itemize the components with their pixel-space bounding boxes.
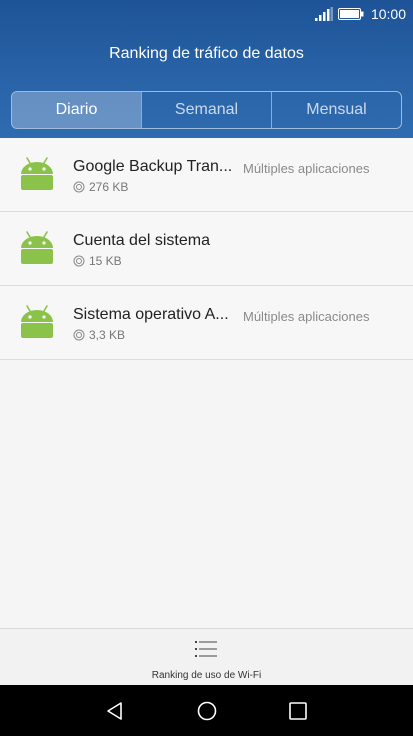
app-size-value: 15 KB bbox=[89, 254, 122, 268]
status-time: 10:00 bbox=[370, 6, 406, 22]
recent-apps-icon[interactable] bbox=[288, 701, 308, 721]
list-item[interactable]: Google Backup Tran... Múltiples aplicaci… bbox=[0, 138, 413, 212]
tab-semanal[interactable]: Semanal bbox=[141, 92, 271, 128]
app-name: Google Backup Tran... bbox=[73, 158, 233, 175]
wifi-ranking-button[interactable]: Ranking de uso de Wi-Fi bbox=[0, 628, 413, 685]
tab-mensual[interactable]: Mensual bbox=[271, 92, 401, 128]
tab-diario[interactable]: Diario bbox=[12, 92, 141, 128]
period-tabs: Diario Semanal Mensual bbox=[11, 91, 402, 129]
list-item[interactable]: Cuenta del sistema 15 KB bbox=[0, 212, 413, 286]
app-name: Cuenta del sistema bbox=[73, 232, 210, 249]
app-tag: Múltiples aplicaciones bbox=[243, 161, 370, 176]
data-usage-icon bbox=[73, 181, 85, 193]
android-icon bbox=[21, 305, 53, 338]
app-size-value: 3,3 KB bbox=[89, 328, 126, 342]
signal-icon bbox=[315, 7, 333, 21]
android-icon bbox=[21, 231, 53, 264]
app-list: Google Backup Tran... Múltiples aplicaci… bbox=[0, 138, 413, 360]
wifi-ranking-label: Ranking de uso de Wi-Fi bbox=[151, 670, 262, 681]
list-item[interactable]: Sistema operativo A... Múltiples aplicac… bbox=[0, 286, 413, 360]
navigation-bar bbox=[0, 685, 413, 736]
app-size: 15 KB bbox=[73, 254, 122, 268]
android-icon bbox=[21, 157, 53, 190]
app-name: Sistema operativo A... bbox=[73, 306, 229, 323]
page-title: Ranking de tráfico de datos bbox=[109, 45, 304, 62]
app-size-value: 276 KB bbox=[89, 180, 129, 194]
list-menu-icon bbox=[195, 641, 217, 657]
app-size: 276 KB bbox=[73, 180, 128, 194]
battery-icon bbox=[338, 8, 364, 20]
app-tag: Múltiples aplicaciones bbox=[243, 309, 370, 324]
app-size: 3,3 KB bbox=[73, 328, 125, 342]
data-usage-icon bbox=[73, 329, 85, 341]
data-usage-icon bbox=[73, 255, 85, 267]
status-bar: 10:00 bbox=[0, 0, 413, 28]
home-icon[interactable] bbox=[196, 700, 218, 722]
back-icon[interactable] bbox=[104, 700, 126, 722]
header: 10:00 Ranking de tráfico de datos Diario… bbox=[0, 0, 413, 138]
